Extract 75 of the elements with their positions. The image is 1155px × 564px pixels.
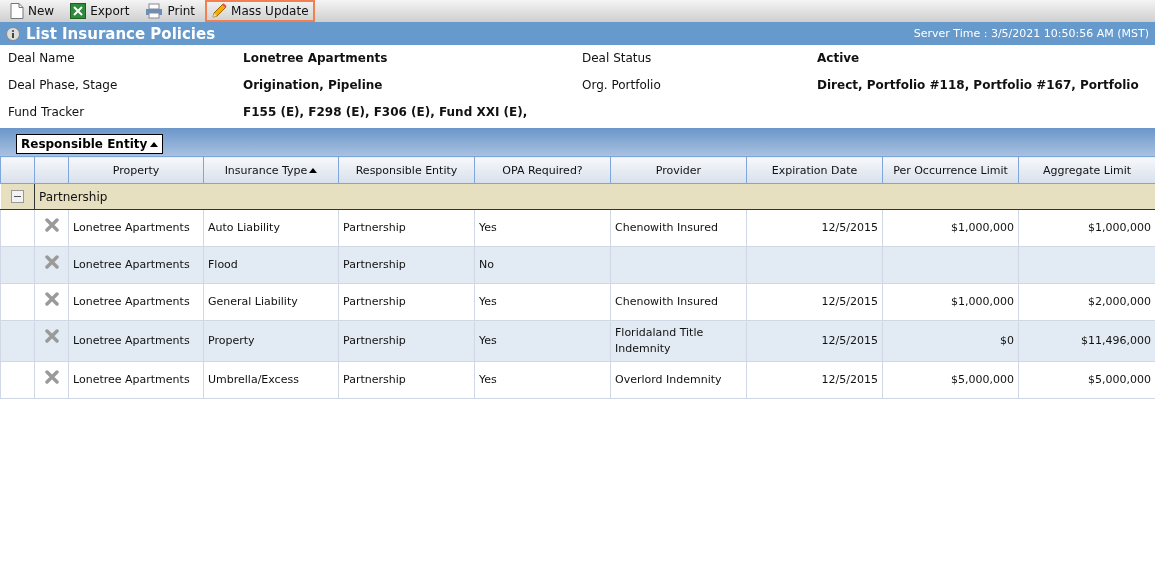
table-cell: General Liability (208, 295, 298, 308)
column-header[interactable]: Property (68, 156, 204, 184)
column-header[interactable]: Expiration Date (746, 156, 883, 184)
table-cell: Floridaland Title Indemnity (615, 326, 704, 355)
field-value: Direct, Portfolio #118, Portfolio #167, Portfolio (817, 77, 1140, 94)
column-header[interactable]: Provider (610, 156, 747, 184)
table-cell: $1,000,000 (951, 295, 1014, 308)
table-cell: Partnership (343, 221, 406, 234)
delete-icon[interactable] (44, 255, 59, 269)
table-cell: Umbrella/Excess (208, 373, 299, 386)
toolbar-button[interactable]: Export (64, 0, 136, 22)
page-title: List Insurance Policies (26, 24, 217, 43)
table-cell: Lonetree Apartments (73, 295, 190, 308)
table-cell: $11,496,000 (1081, 334, 1151, 347)
table-cell: $0 (1000, 334, 1014, 347)
field-value: Origination, Pipeline (243, 77, 384, 94)
column-header[interactable]: OPA Required? (474, 156, 611, 184)
toolbar-button[interactable]: Print (139, 0, 202, 22)
server-time: Server Time : 3/5/2021 10:50:56 AM (MST) (913, 27, 1149, 40)
delete-icon[interactable] (44, 370, 59, 384)
column-header[interactable]: Responsible Entity (338, 156, 475, 184)
table-cell: Overlord Indemnity (615, 373, 722, 386)
table-cell: Property (208, 334, 255, 347)
table-cell: $1,000,000 (951, 221, 1014, 234)
info-icon (6, 26, 20, 41)
table-cell: Chenowith Insured (615, 295, 718, 308)
delete-icon[interactable] (44, 329, 59, 343)
table-cell: Lonetree Apartments (73, 258, 190, 271)
collapse-toggle[interactable] (10, 190, 24, 204)
field-label: Fund Tracker (8, 104, 86, 121)
field-label: Deal Status (582, 50, 653, 67)
column-header (0, 156, 35, 184)
table-cell: $2,000,000 (1088, 295, 1151, 308)
table-cell: Yes (479, 221, 497, 234)
printer-icon (145, 3, 164, 19)
table-cell: Chenowith Insured (615, 221, 718, 234)
field-label: Org. Portfolio (582, 77, 662, 94)
table-cell: Partnership (343, 258, 406, 271)
table-cell: Lonetree Apartments (73, 373, 190, 386)
delete-icon[interactable] (44, 292, 59, 306)
table-cell: Lonetree Apartments (73, 221, 190, 234)
group-label: Partnership (39, 189, 108, 204)
table-cell: Partnership (343, 373, 406, 386)
table-cell: Partnership (343, 295, 406, 308)
column-header (34, 156, 69, 184)
table-cell: Yes (479, 334, 497, 347)
toolbar-button[interactable]: Mass Update (205, 0, 315, 22)
group-by-button[interactable]: Responsible Entity (16, 134, 164, 154)
table-cell: $5,000,000 (951, 373, 1014, 386)
table-cell: 12/5/2015 (821, 373, 878, 386)
column-header[interactable]: Aggregate Limit (1018, 156, 1155, 184)
toolbar-button[interactable]: New (4, 0, 61, 22)
table-cell: $1,000,000 (1088, 221, 1151, 234)
field-value: F155 (E), F298 (E), F306 (E), Fund XXI (E), (243, 104, 529, 121)
field-label: Deal Name (8, 50, 76, 67)
table-cell: 12/5/2015 (821, 295, 878, 308)
table-cell: $5,000,000 (1088, 373, 1151, 386)
table-cell: Lonetree Apartments (73, 334, 190, 347)
spreadsheet-icon (70, 3, 87, 19)
field-value: Active (817, 50, 861, 67)
column-header[interactable]: Per Occurrence Limit (882, 156, 1019, 184)
delete-icon[interactable] (44, 218, 59, 232)
table-cell: Flood (208, 258, 238, 271)
field-label: Deal Phase, Stage (8, 77, 119, 94)
table-cell: 12/5/2015 (821, 334, 878, 347)
field-value: Lonetree Apartments (243, 50, 389, 67)
table-cell: Yes (479, 373, 497, 386)
table-cell: Yes (479, 295, 497, 308)
table-cell: Partnership (343, 334, 406, 347)
table-cell: 12/5/2015 (821, 221, 878, 234)
pencil-icon (211, 3, 228, 19)
table-cell: Auto Liability (208, 221, 280, 234)
column-header[interactable]: Insurance Type (203, 156, 339, 184)
document-icon (10, 3, 24, 19)
table-cell: No (479, 258, 494, 271)
